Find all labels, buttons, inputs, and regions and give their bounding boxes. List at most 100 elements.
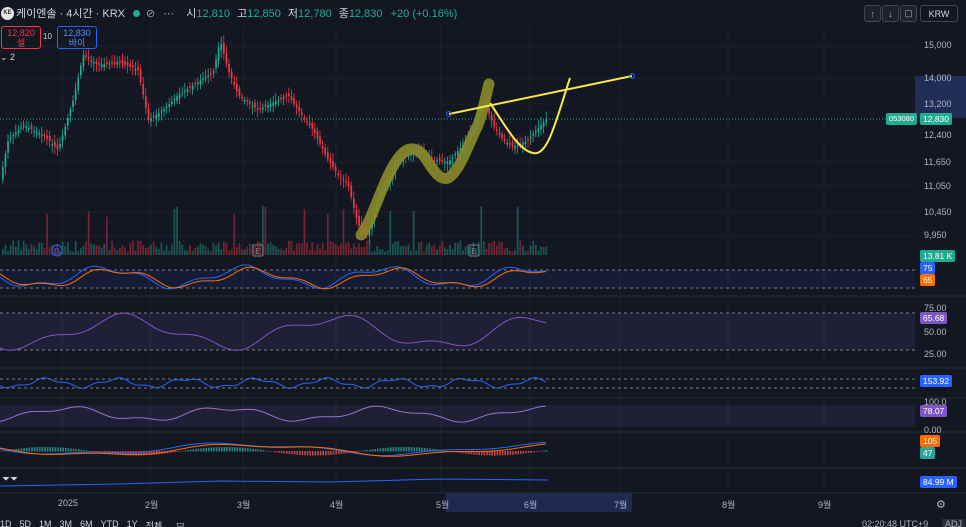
mfi-band	[0, 405, 915, 427]
macd-histogram-bar	[187, 449, 189, 452]
candle-body	[329, 158, 332, 164]
macd-histogram-bar	[278, 451, 280, 453]
volume-bar	[212, 243, 215, 255]
macd-histogram-bar	[228, 447, 231, 452]
obv-line	[0, 478, 549, 487]
volume-bar	[384, 251, 386, 255]
spread-value: 10	[43, 32, 52, 41]
candle-body	[160, 111, 163, 113]
macd-histogram-bar	[322, 451, 324, 456]
range-ytd[interactable]: YTD	[101, 519, 119, 527]
macd-histogram-bar	[182, 450, 184, 452]
candle-body	[72, 100, 74, 107]
volume-bar	[394, 241, 397, 255]
fullscreen-icon[interactable]: ▢	[900, 5, 917, 22]
candle-body	[168, 104, 171, 108]
macd-histogram-bar	[44, 447, 46, 452]
range-1d[interactable]: 1D	[0, 519, 12, 527]
range-6m[interactable]: 6M	[80, 519, 93, 527]
volume-bar	[173, 208, 176, 255]
macd-histogram-bar	[314, 451, 317, 456]
currency-select[interactable]: KRW	[920, 5, 958, 22]
candle-body	[537, 127, 540, 133]
calendar-icon[interactable]: ▭	[176, 519, 185, 527]
macd-histogram-bar	[195, 448, 197, 452]
macd-histogram-bar	[215, 447, 218, 452]
volume-bar	[405, 245, 407, 255]
candle-body	[90, 60, 93, 62]
candle-body	[139, 69, 142, 82]
macd-histogram-bar	[262, 450, 265, 452]
macd-histogram-bar	[49, 447, 51, 452]
range-1m[interactable]: 1M	[39, 519, 52, 527]
candle-body	[264, 104, 267, 107]
candle-body	[113, 62, 116, 64]
candle-body	[210, 72, 212, 75]
range-1y[interactable]: 1Y	[127, 519, 138, 527]
candle-body	[191, 85, 194, 90]
candle-body	[249, 101, 251, 104]
range-all[interactable]: 전체	[146, 519, 163, 527]
volume-bar	[418, 242, 420, 255]
candle-body	[171, 101, 173, 104]
candle-body	[262, 107, 264, 110]
price-axis-label: 10,450	[924, 207, 952, 217]
volume-bar	[501, 242, 503, 255]
adj-toggle[interactable]: ADJ	[942, 519, 966, 527]
volume-bar	[350, 248, 353, 255]
macd-histogram-bar	[54, 447, 57, 452]
macd-histogram-bar	[221, 447, 223, 452]
macd-histogram-bar	[75, 449, 77, 452]
volume-bar	[20, 250, 22, 255]
indicator-toggle[interactable]: ⌄ 2	[0, 52, 15, 63]
time-axis-label: 3월	[237, 500, 251, 510]
macd-histogram-bar	[231, 447, 233, 452]
buy-button[interactable]: 12,830 바이	[57, 26, 97, 49]
arrow-up-icon[interactable]: ↑	[864, 5, 881, 22]
macd-histogram-bar	[423, 447, 426, 452]
volume-bar	[264, 207, 267, 255]
volume-bar	[147, 247, 150, 255]
macd-histogram-bar	[444, 450, 447, 452]
range-5d[interactable]: 5D	[20, 519, 32, 527]
macd-signal-tag: 105	[920, 435, 941, 447]
buy-label: 바이	[68, 38, 86, 48]
volume-bar	[353, 243, 355, 255]
macd-histogram-bar	[293, 451, 296, 455]
candle-body	[106, 62, 108, 64]
macd-histogram-bar	[39, 447, 41, 452]
macd-histogram-bar	[85, 450, 88, 452]
candle-body	[342, 178, 345, 181]
eye-off-icon[interactable]: ⊘	[146, 7, 155, 20]
settings-gear-icon[interactable]: ⚙	[936, 498, 946, 511]
candle-body	[61, 135, 64, 142]
more-icon[interactable]: ⋯	[163, 7, 174, 20]
candle-body	[98, 63, 100, 65]
candle-body	[186, 89, 189, 92]
volume-bar	[155, 246, 158, 255]
volume-bar	[436, 249, 438, 255]
candle-body	[301, 112, 303, 115]
sell-button[interactable]: 12,820 셀	[1, 26, 41, 49]
volume-bar	[246, 246, 249, 255]
arrow-down-icon[interactable]: ↓	[882, 5, 899, 22]
macd-histogram-bar	[317, 451, 319, 456]
rsi-band	[0, 313, 915, 350]
range-3m[interactable]: 3M	[60, 519, 73, 527]
candle-body	[51, 144, 54, 146]
symbol-title[interactable]: 케이엔솔 · 4시간 · KRX	[16, 5, 125, 21]
volume-bar	[215, 245, 217, 255]
filter-icon[interactable]: ⏷⏷	[2, 474, 18, 485]
macd-histogram-bar	[208, 447, 210, 452]
macd-histogram-bar	[57, 447, 59, 452]
candle-body	[93, 62, 95, 64]
volume-bar	[124, 247, 126, 255]
macd-histogram-bar	[52, 447, 54, 452]
macd-histogram-bar	[299, 451, 301, 455]
cci-tag: 153.92	[920, 375, 952, 387]
volume-bar	[165, 245, 168, 255]
chart-canvas[interactable]: DEE	[0, 0, 966, 527]
volume-bar	[444, 247, 446, 255]
volume-bar	[438, 245, 441, 255]
candle-body	[33, 130, 35, 132]
